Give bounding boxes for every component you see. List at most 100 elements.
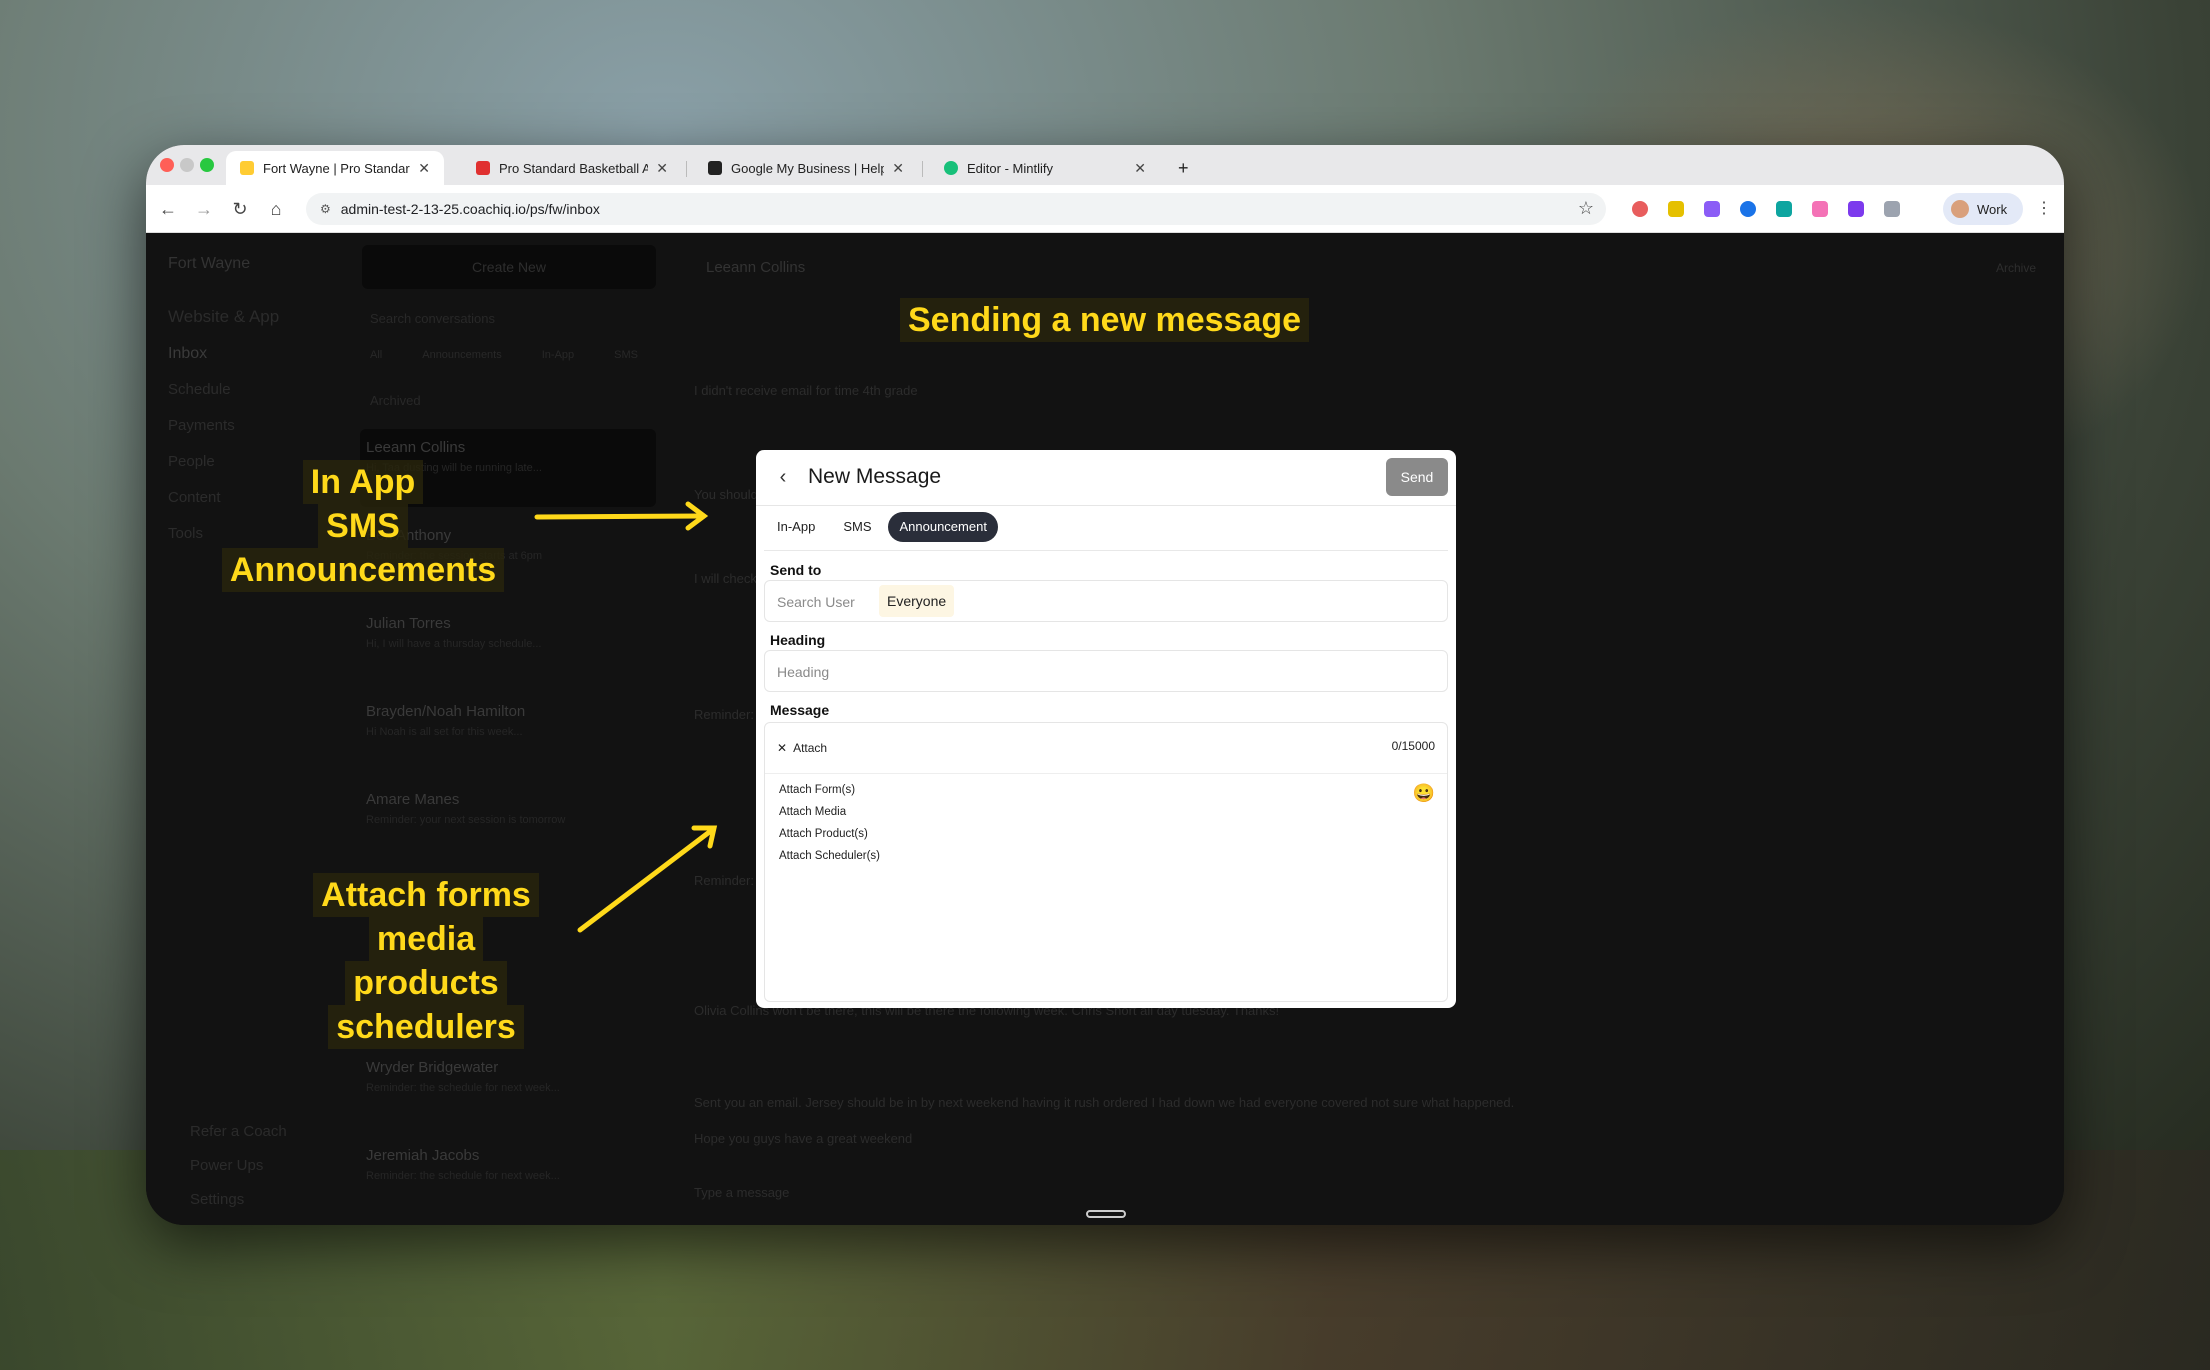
minimize-window-button[interactable]: [180, 158, 194, 172]
back-arrow-icon[interactable]: ←: [156, 197, 180, 221]
sidebar-item-settings[interactable]: Settings: [190, 1191, 244, 1208]
tab-title: Editor - Mintlify: [967, 160, 1053, 176]
back-chevron-icon[interactable]: ‹: [772, 466, 794, 488]
sidebar-item-payments[interactable]: Payments: [168, 417, 235, 434]
profile-button[interactable]: Work: [1943, 193, 2023, 225]
chat-header-name: Leeann Collins: [706, 259, 806, 276]
attach-button[interactable]: ✕ Attach: [777, 735, 827, 761]
window-resize-handle[interactable]: [1086, 1210, 1126, 1218]
annotation-line: Attach forms: [313, 873, 539, 917]
sidebar-item-tools[interactable]: Tools: [168, 525, 203, 542]
reload-icon[interactable]: ↻: [228, 197, 252, 221]
org-name: Fort Wayne: [168, 255, 251, 272]
message-editor[interactable]: ✕ Attach 0/15000 Attach Form(s) Attach M…: [764, 722, 1448, 1002]
tab-fort-wayne[interactable]: Fort Wayne | Pro Standard Ba ✕: [226, 151, 444, 185]
sidebar-section: Website & App: [168, 307, 280, 326]
site-favicon-icon: [944, 161, 958, 175]
list-item[interactable]: Brayden/Noah Hamilton Hi Noah is all set …: [366, 703, 656, 738]
attach-label: Attach: [793, 741, 828, 755]
modal-title: New Message: [808, 465, 942, 488]
close-tab-icon[interactable]: ✕: [892, 160, 904, 177]
tab-announcement[interactable]: Announcement: [888, 512, 998, 542]
list-item[interactable]: Wryder Bridgewater Reminder: the schedule…: [366, 1059, 656, 1094]
send-button[interactable]: Send: [1386, 458, 1448, 496]
site-favicon-icon: [240, 161, 254, 175]
tab-google-my-business[interactable]: Google My Business | Help Ce ✕: [694, 151, 918, 185]
divider: [764, 550, 1448, 551]
heading-input[interactable]: Heading: [777, 664, 829, 680]
tab-in-app[interactable]: In-App: [766, 512, 826, 542]
new-tab-button[interactable]: +: [1170, 151, 1204, 185]
bookmark-star-icon[interactable]: ☆: [1578, 198, 1594, 219]
extension-icon[interactable]: [1668, 201, 1684, 217]
address-bar[interactable]: ⚙ admin-test-2-13-25.coachiq.io/ps/fw/in…: [306, 193, 1606, 225]
heading-field[interactable]: Heading: [764, 650, 1448, 692]
menu-item-attach-products[interactable]: Attach Product(s): [771, 823, 891, 845]
tab-pro-standard[interactable]: Pro Standard Basketball Acad ✕: [462, 151, 682, 185]
site-info-icon[interactable]: ⚙: [320, 202, 331, 216]
heading-label: Heading: [770, 632, 826, 648]
url-text: admin-test-2-13-25.coachiq.io/ps/fw/inbo…: [340, 201, 600, 217]
menu-item-attach-media[interactable]: Attach Media: [771, 801, 891, 823]
archived-toggle[interactable]: Archived: [370, 393, 421, 408]
recipient-chip[interactable]: Everyone: [879, 585, 955, 617]
create-new-button[interactable]: Create New: [362, 245, 656, 289]
modal-header: ‹ New Message Send: [756, 450, 1456, 506]
sidebar-item-inbox[interactable]: Inbox: [168, 345, 207, 363]
filter-all[interactable]: All: [370, 349, 382, 361]
site-favicon-icon: [476, 161, 490, 175]
annotation-line: Announcements: [221, 548, 505, 592]
extension-camera-icon[interactable]: [1884, 201, 1900, 217]
sidebar-item-schedule[interactable]: Schedule: [168, 381, 231, 398]
extension-figma-icon[interactable]: [1704, 201, 1720, 217]
sidebar-item-people[interactable]: People: [168, 453, 215, 470]
chat-message: I didn't receive email for time 4th grad…: [694, 383, 918, 398]
close-window-button[interactable]: [160, 158, 174, 172]
forward-arrow-icon[interactable]: →: [192, 197, 216, 221]
extension-chat-icon[interactable]: [1776, 201, 1792, 217]
extension-asana-icon[interactable]: [1632, 201, 1648, 217]
list-item[interactable]: Julian Torres Hi, I will have a thursday …: [366, 615, 656, 650]
annotation-line: schedulers: [328, 1005, 524, 1049]
close-tab-icon[interactable]: ✕: [1134, 160, 1146, 177]
filter-in-app[interactable]: In-App: [542, 349, 574, 361]
home-icon[interactable]: ⌂: [264, 197, 288, 221]
close-tab-icon[interactable]: ✕: [418, 160, 430, 177]
filter-sms[interactable]: SMS: [614, 349, 638, 361]
annotation-title: Sending a new message: [900, 298, 1310, 342]
sidebar-item-refer-a-coach[interactable]: Refer a Coach: [190, 1123, 287, 1140]
extension-icon[interactable]: [1740, 201, 1756, 217]
menu-item-attach-schedulers[interactable]: Attach Scheduler(s): [771, 845, 891, 867]
conversation-search-input[interactable]: Search conversations: [370, 311, 495, 326]
close-tab-icon[interactable]: ✕: [656, 160, 668, 177]
send-to-field[interactable]: Search User Everyone: [764, 580, 1448, 622]
conversation-list: Create New Search conversations All Anno…: [356, 233, 666, 1225]
archive-button[interactable]: Archive: [1996, 261, 2036, 275]
message-label: Message: [770, 702, 830, 718]
annotation-line: media: [368, 917, 484, 961]
tab-title: Google My Business | Help Ce: [731, 160, 885, 176]
maximize-window-button[interactable]: [200, 158, 214, 172]
sidebar-item-power-ups[interactable]: Power Ups: [190, 1157, 263, 1174]
site-favicon-icon: [708, 161, 722, 175]
annotation-line: In App: [302, 460, 424, 504]
emoji-picker-icon[interactable]: 😀: [1413, 783, 1435, 804]
chat-message: Sent you an email. Jersey should be in b…: [694, 1095, 1515, 1110]
menu-item-attach-forms[interactable]: Attach Form(s): [771, 779, 891, 801]
list-item[interactable]: Jeremiah Jacobs Reminder: the schedule fo…: [366, 1147, 656, 1182]
compose-input[interactable]: Type a message: [694, 1185, 789, 1200]
search-user-input[interactable]: Search User: [777, 594, 855, 610]
sidebar-item-content[interactable]: Content: [168, 489, 221, 506]
profile-label: Work: [1977, 201, 2008, 217]
browser-menu-icon[interactable]: ⋮: [2032, 197, 2056, 221]
new-message-modal: ‹ New Message Send In-App SMS Announceme…: [756, 450, 1456, 1008]
extension-icon[interactable]: [1848, 201, 1864, 217]
tab-sms[interactable]: SMS: [832, 512, 882, 542]
annotation-line: SMS: [318, 504, 408, 548]
list-item[interactable]: Amare Manes Reminder: your next session i…: [366, 791, 656, 826]
close-icon: ✕: [777, 741, 788, 755]
tab-mintlify[interactable]: Editor - Mintlify ✕: [930, 151, 1160, 185]
tab-title: Fort Wayne | Pro Standard Ba: [263, 160, 410, 176]
filter-announcements[interactable]: Announcements: [422, 349, 502, 361]
extension-icon[interactable]: [1812, 201, 1828, 217]
